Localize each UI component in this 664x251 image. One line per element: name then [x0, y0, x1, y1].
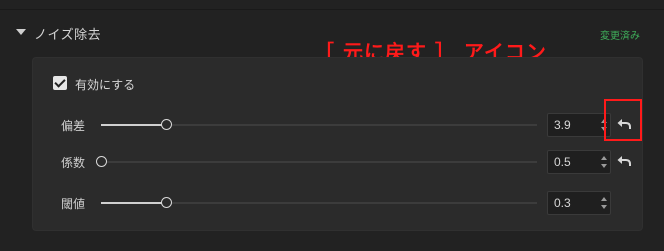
triangle-down-icon[interactable]	[16, 29, 26, 35]
value-text: 0.5	[554, 155, 571, 169]
param-label: 閾値	[61, 197, 86, 211]
param-label: 係数	[61, 156, 86, 170]
changed-badge: 変更済み	[600, 31, 640, 42]
noise-reduction-screen: ノイズ除去 変更済み ［ 元に戻す ］ アイコン 有効にする 偏差 3.9 係数…	[0, 0, 664, 251]
param-label: 偏差	[61, 119, 86, 133]
slider-fill	[101, 202, 167, 204]
threshold-value-field[interactable]: 0.3	[547, 191, 611, 215]
spin-up-icon[interactable]	[601, 197, 607, 201]
undo-arrow-icon[interactable]	[616, 116, 632, 132]
param-row-threshold: 閾値 0.3	[33, 191, 642, 215]
enable-checkbox[interactable]	[53, 76, 67, 90]
coefficient-value-field[interactable]: 0.5	[547, 150, 611, 174]
coefficient-slider[interactable]	[96, 156, 537, 167]
spin-up-icon[interactable]	[601, 156, 607, 160]
slider-thumb[interactable]	[161, 197, 173, 208]
spin-down-icon[interactable]	[601, 205, 607, 209]
spin-down-icon[interactable]	[601, 164, 607, 168]
slider-thumb[interactable]	[96, 156, 107, 167]
value-text: 0.3	[554, 196, 571, 210]
threshold-slider[interactable]	[101, 197, 537, 208]
deviation-value-field[interactable]: 3.9	[547, 113, 611, 137]
enable-label: 有効にする	[75, 78, 136, 92]
value-text: 3.9	[554, 118, 571, 132]
slider-fill	[101, 124, 167, 126]
deviation-slider[interactable]	[101, 119, 537, 130]
top-divider	[0, 9, 664, 10]
undo-arrow-icon[interactable]	[616, 153, 632, 169]
param-row-coefficient: 係数 0.5	[33, 150, 642, 174]
param-row-deviation: 偏差 3.9	[33, 99, 642, 141]
noise-settings-panel: 有効にする 偏差 3.9 係数 0.5 閾値 0.3	[32, 57, 643, 231]
section-title: ノイズ除去	[34, 28, 102, 43]
slider-thumb[interactable]	[161, 119, 173, 130]
